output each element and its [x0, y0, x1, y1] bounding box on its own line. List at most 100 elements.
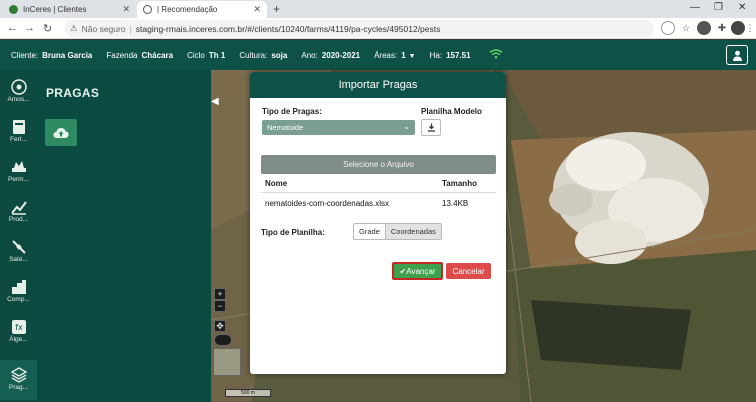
panel-title: PRAGAS — [46, 86, 100, 100]
rail-item-produtividade[interactable]: Prod... — [0, 192, 37, 232]
file-name-cell: nematoides-com-coordenadas.xlsx — [265, 199, 390, 208]
tipo-pragas-value: Nematoide — [267, 123, 304, 132]
tipo-planilha-label: Tipo de Planilha: — [261, 228, 325, 237]
compare-icon — [10, 278, 28, 296]
advance-label: Avançar — [406, 266, 436, 276]
rail-label: Comp... — [7, 296, 30, 303]
cancel-button[interactable]: Cancelar — [446, 263, 491, 279]
rail-item-comparacao[interactable]: Comp... — [0, 272, 37, 312]
rail-item-satelite[interactable]: Saté... — [0, 232, 37, 272]
url-field[interactable]: ⚠ Não seguro | staging-rmais.inceres.com… — [64, 20, 654, 37]
rail-label: Prag... — [8, 384, 29, 391]
check-icon: ✔ — [399, 266, 407, 276]
rail-item-fertilidade[interactable]: Fert... — [0, 112, 37, 152]
file-size-cell: 13.4KB — [442, 199, 469, 208]
browser-tab-recomendacao[interactable]: | Recomendação ✕ — [137, 1, 267, 18]
rail-label: Álge... — [9, 336, 28, 343]
rail-label: Fert... — [10, 136, 27, 143]
sampling-icon — [10, 78, 28, 96]
tab-label: InCeres | Clientes — [23, 5, 87, 14]
ext-icon[interactable] — [661, 21, 675, 35]
header-ciclo[interactable]: Ciclo Th 1 — [187, 51, 225, 60]
permissions-icon — [10, 158, 28, 176]
menu-kebab-icon[interactable]: ⋮ — [746, 21, 755, 35]
table-divider — [261, 192, 496, 193]
left-icon-rail: Amos... Fert... Perm... Prod... Saté... … — [0, 70, 37, 402]
maximize-icon[interactable]: ❐ — [714, 2, 723, 13]
satellite-icon — [10, 238, 28, 256]
rail-item-amostragem[interactable]: Amos... — [0, 72, 37, 112]
user-account-button[interactable] — [726, 45, 748, 65]
chevron-down-icon: ⌄ — [403, 122, 410, 131]
profile-icon[interactable] — [731, 21, 745, 35]
reload-icon[interactable]: ↻ — [43, 22, 52, 35]
map-scale-bar: 500 m — [225, 389, 271, 397]
select-file-button[interactable]: Selecione o Arquivo — [261, 155, 496, 174]
download-icon — [427, 123, 435, 132]
zoom-in-button[interactable]: + — [214, 288, 226, 300]
download-template-button[interactable] — [421, 119, 441, 136]
window-close-icon[interactable]: ✕ — [738, 2, 746, 13]
inceres-favicon-icon — [9, 5, 18, 14]
column-header-tamanho: Tamanho — [442, 179, 477, 188]
header-areas[interactable]: Áreas: 1 ▼ — [374, 51, 416, 60]
bookmark-star-icon[interactable]: ☆ — [679, 21, 693, 35]
move-icon[interactable]: ✥ — [214, 320, 226, 332]
pests-layers-icon — [10, 366, 28, 384]
app-header: Cliente: Bruna Garcia Fazenda Chácara Cicl… — [0, 40, 756, 70]
security-label: Não seguro — [81, 23, 126, 34]
tab-label: | Recomendação — [157, 5, 218, 14]
browser-address-bar: ← → ↻ ⚠ Não seguro | staging-rmais.incer… — [0, 18, 756, 39]
header-ha: Ha: 157.51 — [429, 50, 471, 60]
browser-tab-bar: InCeres | Clientes ✕ | Recomendação ✕ + … — [0, 0, 756, 18]
chevron-down-icon: ▼ — [408, 52, 416, 60]
header-cliente: Cliente: Bruna Garcia — [11, 50, 93, 60]
puzzle-icon[interactable]: ✚ — [715, 21, 729, 35]
import-pests-modal: Importar Pragas Tipo de Pragas: Planilha… — [250, 72, 506, 374]
modal-title: Importar Pragas — [250, 72, 506, 98]
rail-item-permissoes[interactable]: Perm... — [0, 152, 37, 192]
warning-icon: ⚠ — [70, 23, 78, 33]
header-cultura: Cultura: soja — [239, 50, 288, 60]
layer-toggle[interactable] — [214, 334, 232, 346]
collapse-panel-icon[interactable]: ◀ — [211, 96, 223, 112]
algebra-icon: fx — [10, 318, 28, 336]
header-ano: Ano: 2020-2021 — [301, 50, 361, 60]
productivity-chart-icon — [10, 198, 28, 216]
url-text: staging-rmais.inceres.com.br/#/clients/1… — [135, 23, 441, 34]
close-tab-icon[interactable]: ✕ — [253, 4, 261, 15]
forward-icon[interactable]: → — [24, 22, 35, 34]
planilha-modelo-label: Planilha Modelo — [421, 107, 482, 116]
extension-dot-icon[interactable] — [697, 21, 711, 35]
tipo-pragas-label: Tipo de Pragas: — [262, 107, 322, 116]
svg-text:fx: fx — [15, 323, 23, 332]
advance-button[interactable]: ✔ Avançar — [392, 262, 443, 280]
rail-label: Amos... — [7, 96, 30, 103]
minimize-icon[interactable]: — — [690, 2, 700, 13]
rail-item-pragas[interactable]: Prag... — [0, 360, 37, 400]
pragas-panel: PRAGAS — [37, 70, 211, 402]
map-thumbnail[interactable] — [213, 348, 241, 376]
header-fazenda[interactable]: Fazenda Chácara — [106, 51, 173, 60]
rail-label: Perm... — [8, 176, 29, 183]
tipo-planilha-toggle: Grade Coordenadas — [353, 223, 442, 240]
url-separator: | — [129, 23, 132, 34]
tipo-pragas-select[interactable]: Nematoide ⌄ — [262, 120, 415, 135]
upload-button[interactable] — [45, 119, 77, 146]
back-icon[interactable]: ← — [7, 22, 18, 34]
option-coordenadas[interactable]: Coordenadas — [384, 224, 441, 239]
zoom-out-button[interactable]: − — [214, 300, 226, 312]
rail-label: Saté... — [9, 256, 28, 263]
fertility-icon — [10, 118, 28, 136]
option-grade[interactable]: Grade — [354, 224, 385, 239]
user-icon — [732, 50, 742, 61]
wifi-icon — [489, 48, 503, 62]
column-header-nome: Nome — [265, 179, 288, 188]
globe-favicon-icon — [143, 5, 152, 14]
rail-label: Prod... — [8, 216, 29, 223]
close-tab-icon[interactable]: ✕ — [122, 4, 130, 15]
cloud-upload-icon — [53, 127, 69, 138]
rail-item-algebra[interactable]: fx Álge... — [0, 312, 37, 352]
new-tab-button[interactable]: + — [273, 2, 280, 16]
browser-tab-clientes[interactable]: InCeres | Clientes ✕ — [3, 1, 136, 18]
